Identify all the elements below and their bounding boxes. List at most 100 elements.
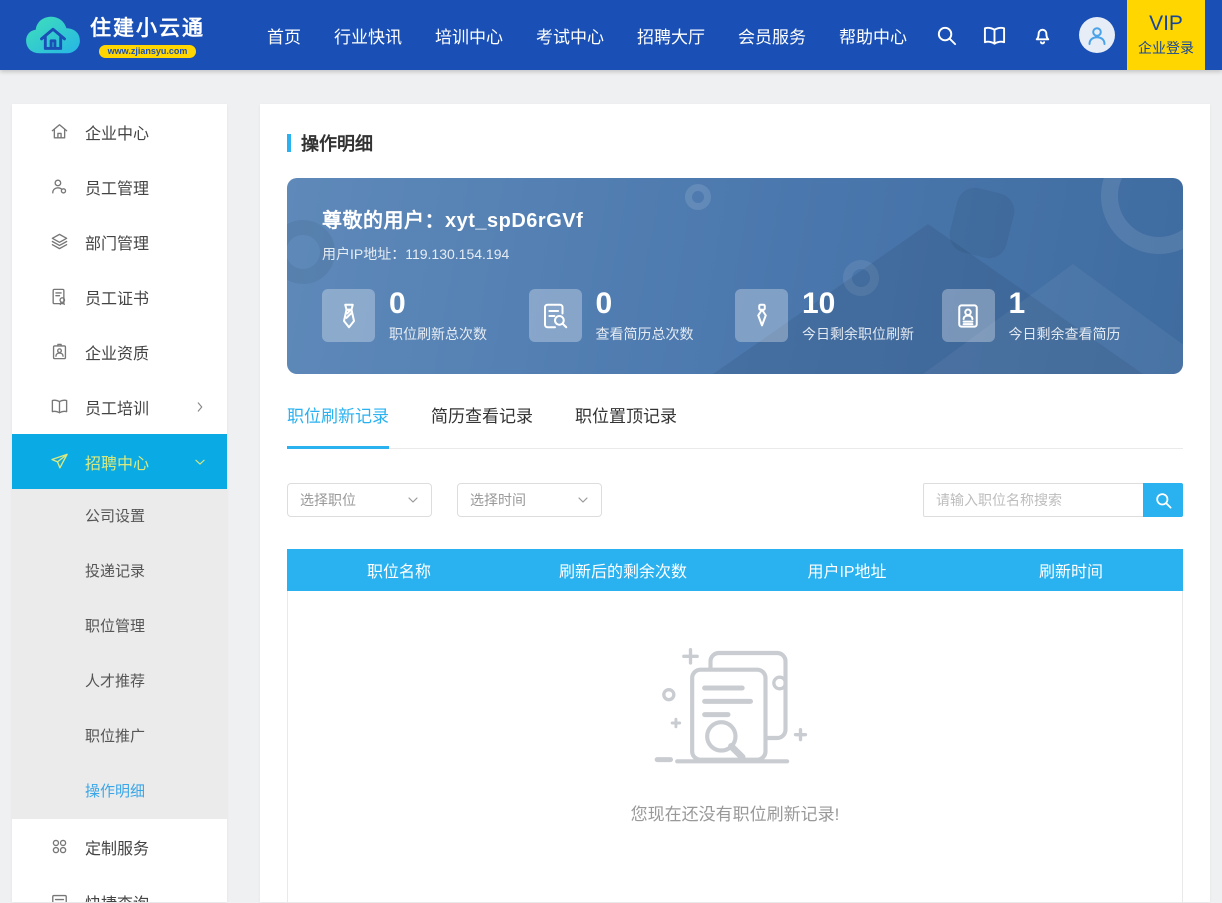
recruitment-submenu: 公司设置 投递记录 职位管理 人才推荐 职位推广 操作明细: [12, 489, 227, 819]
nav-item-exam-center[interactable]: 考试中心: [536, 23, 604, 48]
submenu-item-operation-details[interactable]: 操作明细: [12, 764, 227, 819]
sidebar-item-label: 快捷查询: [85, 890, 149, 903]
search-button[interactable]: [1143, 483, 1183, 517]
column-header-position-name: 职位名称: [287, 558, 511, 582]
filter-row: 选择职位 选择时间: [287, 483, 1183, 517]
stat-label: 今日剩余职位刷新: [802, 324, 914, 344]
nav-item-industry-news[interactable]: 行业快讯: [334, 23, 402, 48]
stat-icon-box: [322, 289, 375, 342]
position-select-value: 选择职位: [300, 490, 356, 510]
handbook-icon[interactable]: [983, 24, 1006, 47]
chevron-down-icon: [407, 494, 419, 506]
record-tabs: 职位刷新记录 简历查看记录 职位置顶记录: [287, 402, 1183, 449]
sidebar-item-label: 企业资质: [85, 340, 149, 364]
stat-value: 10: [802, 289, 914, 319]
logo-title: 住建小云通: [90, 12, 205, 42]
sidebar-item-recruitment-center[interactable]: 招聘中心: [12, 434, 227, 489]
chevron-right-icon: [193, 400, 207, 414]
user-gear-icon: [50, 177, 69, 196]
stat-today-remaining-resume-views: 1 今日剩余查看简历: [942, 289, 1149, 344]
sidebar-item-custom-services[interactable]: 定制服务: [12, 819, 227, 874]
tab-resume-view-records[interactable]: 简历查看记录: [431, 402, 533, 448]
refresh-records-table: 职位名称 刷新后的剩余次数 用户IP地址 刷新时间: [287, 549, 1183, 903]
tab-position-refresh-records[interactable]: 职位刷新记录: [287, 402, 389, 448]
nav-item-recruitment-hall[interactable]: 招聘大厅: [637, 23, 705, 48]
search-icon[interactable]: [935, 24, 958, 47]
bell-icon[interactable]: [1031, 24, 1054, 47]
stat-label: 职位刷新总次数: [389, 324, 487, 344]
stat-label: 今日剩余查看简历: [1009, 324, 1121, 344]
stats-row: 0 职位刷新总次数 0 查看简历总次数: [322, 289, 1148, 344]
vip-enterprise-login-button[interactable]: VIP 企业登录: [1127, 0, 1205, 70]
tab-position-top-records[interactable]: 职位置顶记录: [575, 402, 677, 448]
home-icon: [50, 122, 69, 141]
submenu-item-company-settings[interactable]: 公司设置: [12, 489, 227, 544]
four-circles-icon: [50, 837, 69, 856]
stat-today-remaining-refresh: 10 今日剩余职位刷新: [735, 289, 942, 344]
enterprise-login-label: 企业登录: [1138, 38, 1194, 58]
user-stats-banner: 尊敬的用户：xyt_spD6rGVf 用户IP地址：119.130.154.19…: [287, 178, 1183, 374]
sidebar-item-enterprise-qualification[interactable]: 企业资质: [12, 324, 227, 379]
sidebar-item-label: 员工培训: [85, 395, 149, 419]
tie-icon: [334, 301, 364, 331]
vip-label: VIP: [1149, 12, 1183, 36]
submenu-item-position-management[interactable]: 职位管理: [12, 599, 227, 654]
stat-icon-box: [529, 289, 582, 342]
empty-documents-illustration: [643, 643, 828, 768]
stat-position-refresh-total: 0 职位刷新总次数: [322, 289, 529, 344]
column-header-user-ip: 用户IP地址: [735, 558, 959, 582]
nav-item-training-center[interactable]: 培训中心: [435, 23, 503, 48]
top-navbar: 住建小云通 www.zjiansyu.com 首页 行业快讯 培训中心 考试中心…: [0, 0, 1222, 70]
position-search: [923, 483, 1183, 517]
paper-plane-icon: [50, 452, 69, 471]
certificate-icon: [50, 287, 69, 306]
sidebar-item-quick-query[interactable]: 快捷查询: [12, 874, 227, 902]
chevron-down-icon: [577, 494, 589, 506]
cloud-house-logo-icon: [22, 11, 84, 59]
user-ip-address: 用户IP地址：119.130.154.194: [322, 244, 1148, 264]
stat-resume-view-total: 0 查看简历总次数: [529, 289, 736, 344]
time-select-value: 选择时间: [470, 490, 526, 510]
site-logo[interactable]: 住建小云通 www.zjiansyu.com: [22, 11, 205, 59]
sidebar-item-employee-management[interactable]: 员工管理: [12, 159, 227, 214]
open-book-icon: [50, 397, 69, 416]
user-avatar[interactable]: [1079, 17, 1115, 53]
main-menu: 首页 行业快讯 培训中心 考试中心 招聘大厅 会员服务 帮助中心: [267, 23, 907, 48]
logo-url-badge: www.zjiansyu.com: [99, 45, 197, 58]
nav-item-member-services[interactable]: 会员服务: [738, 23, 806, 48]
sidebar-item-label: 员工证书: [85, 285, 149, 309]
user-greeting: 尊敬的用户：xyt_spD6rGVf: [322, 204, 1148, 233]
sidebar-item-label: 定制服务: [85, 835, 149, 859]
document-query-icon: [50, 892, 69, 902]
sidebar-item-label: 招聘中心: [85, 450, 149, 474]
sidebar-item-label: 员工管理: [85, 175, 149, 199]
stat-icon-box: [735, 289, 788, 342]
nav-item-help-center[interactable]: 帮助中心: [839, 23, 907, 48]
time-select[interactable]: 选择时间: [457, 483, 602, 517]
submenu-item-position-promotion[interactable]: 职位推广: [12, 709, 227, 764]
position-search-input[interactable]: [923, 483, 1143, 517]
column-header-remaining-after-refresh: 刷新后的剩余次数: [511, 558, 735, 582]
stat-value: 0: [596, 289, 694, 319]
submenu-item-delivery-records[interactable]: 投递记录: [12, 544, 227, 599]
submenu-item-talent-recommendation[interactable]: 人才推荐: [12, 654, 227, 709]
sidebar-item-enterprise-center[interactable]: 企业中心: [12, 104, 227, 159]
nav-icon-group: [935, 17, 1115, 53]
chevron-down-icon: [193, 455, 207, 469]
column-header-refresh-time: 刷新时间: [959, 558, 1183, 582]
sidebar-item-employee-certificates[interactable]: 员工证书: [12, 269, 227, 324]
necktie-icon: [747, 301, 777, 331]
nav-item-home[interactable]: 首页: [267, 23, 301, 48]
sidebar-item-employee-training[interactable]: 员工培训: [12, 379, 227, 434]
stat-label: 查看简历总次数: [596, 324, 694, 344]
table-body-empty-state: 您现在还没有职位刷新记录!: [287, 591, 1183, 903]
sidebar-item-label: 企业中心: [85, 120, 149, 144]
sidebar-item-department-management[interactable]: 部门管理: [12, 214, 227, 269]
stat-icon-box: [942, 289, 995, 342]
stat-value: 0: [389, 289, 487, 319]
empty-state-message: 您现在还没有职位刷新记录!: [631, 800, 840, 825]
document-search-icon: [540, 301, 570, 331]
page-title: 操作明细: [301, 130, 373, 156]
table-header: 职位名称 刷新后的剩余次数 用户IP地址 刷新时间: [287, 549, 1183, 591]
position-select[interactable]: 选择职位: [287, 483, 432, 517]
